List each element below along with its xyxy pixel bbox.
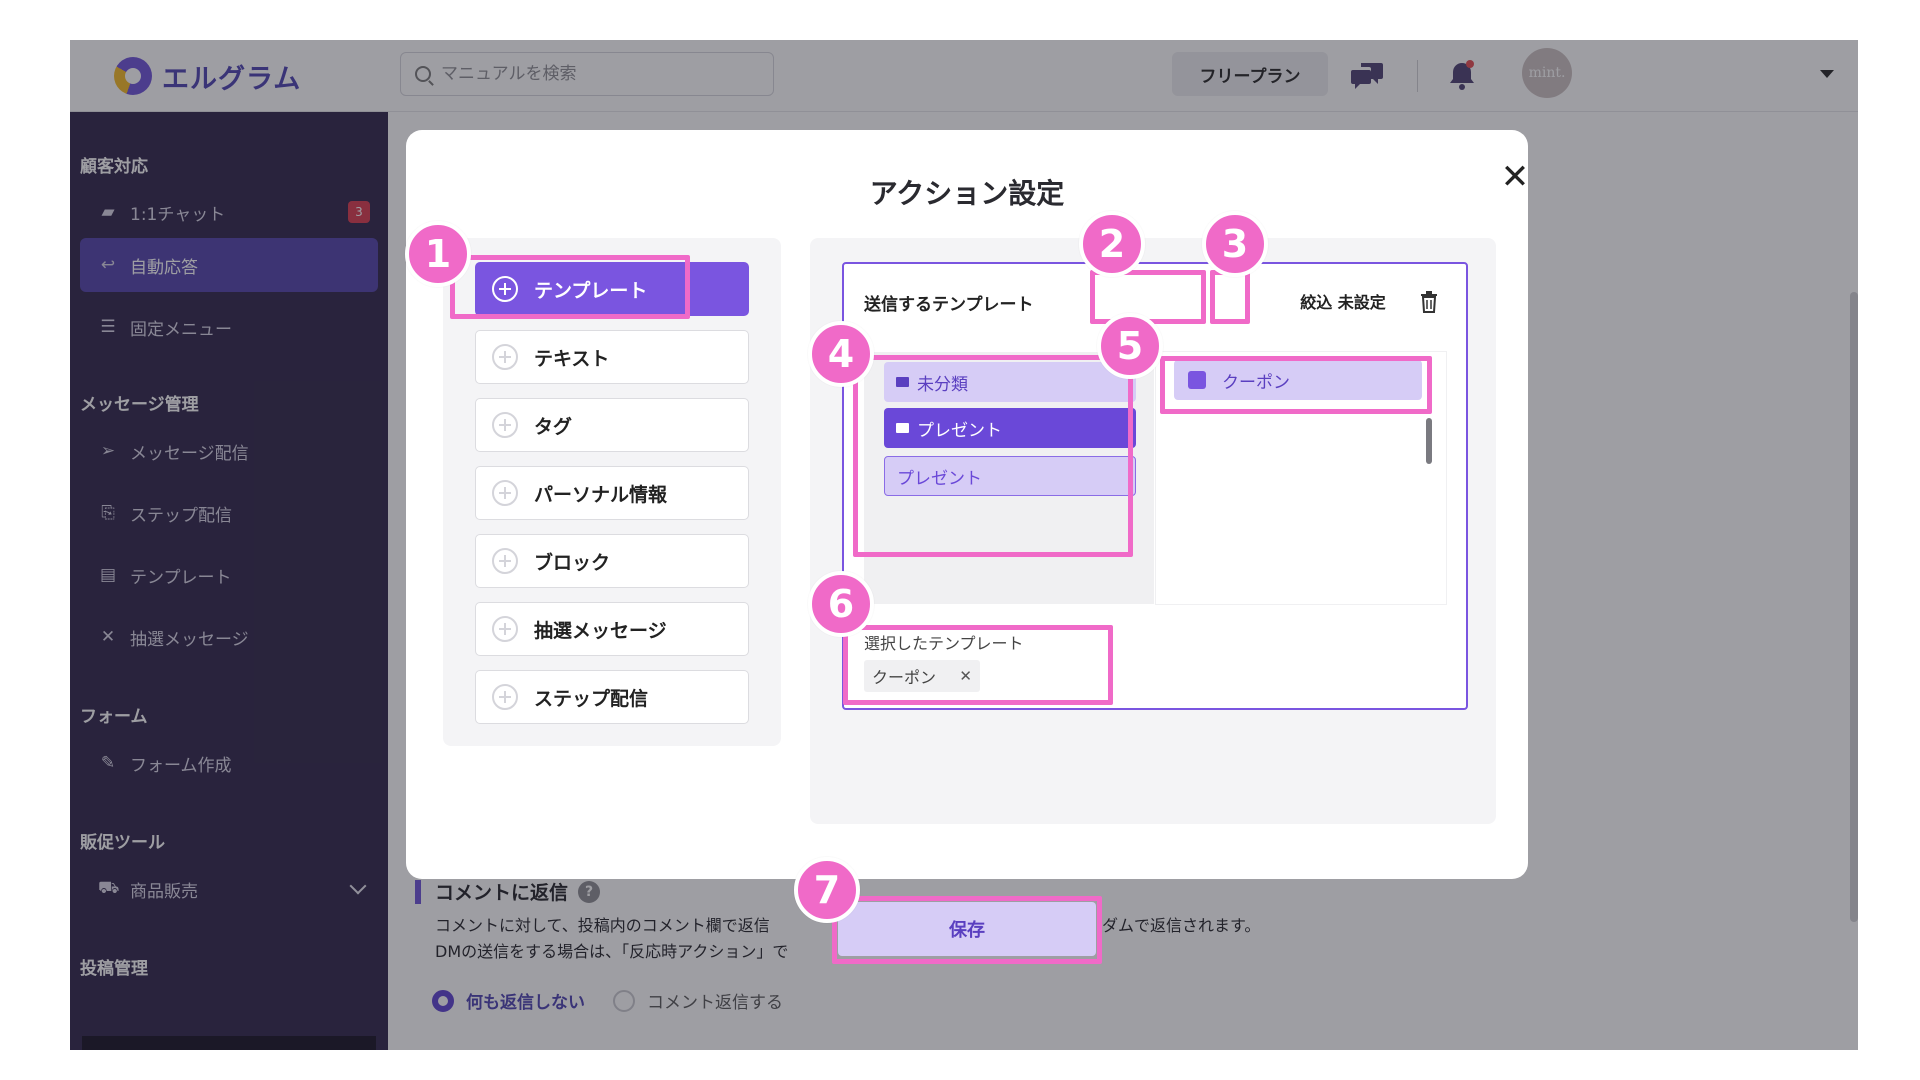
highlight-box-7 <box>832 896 1102 964</box>
plus-circle-icon <box>492 684 518 710</box>
annotation-number-2: 2 <box>1079 211 1145 277</box>
action-tag-button[interactable]: タグ <box>475 398 749 452</box>
highlight-box-3 <box>1210 270 1250 324</box>
template-list-scrollbar[interactable] <box>1426 418 1432 464</box>
filter-button[interactable]: 絞込 未設定 <box>1288 280 1398 322</box>
plus-circle-icon <box>492 344 518 370</box>
plus-circle-icon <box>492 412 518 438</box>
highlight-box-6 <box>843 625 1113 705</box>
annotation-number-5: 5 <box>1097 313 1163 379</box>
annotation-number-7: 7 <box>794 857 860 923</box>
annotation-number-6: 6 <box>808 571 874 637</box>
plus-circle-icon <box>492 480 518 506</box>
highlight-box-5 <box>1160 356 1432 414</box>
plus-circle-icon <box>492 548 518 574</box>
highlight-box-4 <box>853 355 1133 557</box>
action-step-delivery-button[interactable]: ステップ配信 <box>475 670 749 724</box>
highlight-box-1 <box>450 255 690 319</box>
action-block-button[interactable]: ブロック <box>475 534 749 588</box>
action-label: ステップ配信 <box>534 687 649 710</box>
action-label: パーソナル情報 <box>534 483 668 506</box>
action-label: 抽選メッセージ <box>534 619 667 642</box>
modal-title: アクション設定 <box>869 177 1065 210</box>
close-button[interactable]: ✕ <box>1496 157 1534 197</box>
highlight-box-2 <box>1090 270 1206 324</box>
template-selector-label: 送信するテンプレート <box>864 295 1034 315</box>
app-window: エルグラム フリープラン mint. 顧客対応 ▰ 1:1チャット 3 ↩ 自動… <box>70 40 1858 1050</box>
action-label: ブロック <box>534 551 611 574</box>
annotation-number-1: 1 <box>405 221 471 287</box>
annotation-number-4: 4 <box>808 321 874 387</box>
trash-icon[interactable] <box>1410 282 1448 322</box>
action-lottery-button[interactable]: 抽選メッセージ <box>475 602 749 656</box>
action-label: タグ <box>534 415 573 438</box>
plus-circle-icon <box>492 616 518 642</box>
action-personal-info-button[interactable]: パーソナル情報 <box>475 466 749 520</box>
action-label: テキスト <box>534 347 610 370</box>
annotation-number-3: 3 <box>1202 211 1268 277</box>
action-text-button[interactable]: テキスト <box>475 330 749 384</box>
